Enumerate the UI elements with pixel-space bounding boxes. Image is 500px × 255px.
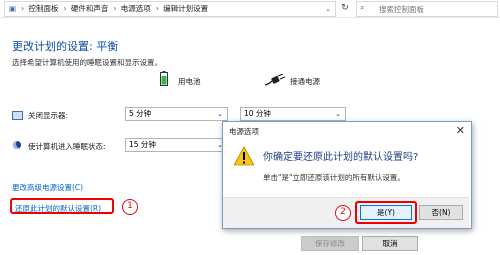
column-battery: 用电池 <box>178 77 201 86</box>
column-plugged-in: 接通电源 <box>290 77 320 86</box>
confirm-dialog: 电源选项 ✕ 你确定要还原此计划的默认设置吗? 单击"是"立即还原该计划的所有默… <box>222 121 472 229</box>
breadcrumb-item[interactable]: 控制面板 <box>28 4 58 13</box>
refresh-icon[interactable]: ↻ <box>338 2 352 14</box>
nav-icon[interactable]: ▣ <box>9 4 16 13</box>
chevron-down-icon: ⌄ <box>217 110 223 118</box>
select-value: 5 分钟 <box>129 109 152 118</box>
plug-icon <box>264 74 286 86</box>
dialog-message: 你确定要还原此计划的默认设置吗? <box>263 152 419 163</box>
step-2-marker: 2 <box>335 205 351 221</box>
save-changes-button[interactable]: 保存修改 <box>301 236 359 251</box>
breadcrumb-trail: ▣ › 控制面板 › 硬件和声音 › 电源选项 › 编辑计划设置 <box>9 4 209 13</box>
highlight-box-restore <box>10 198 114 214</box>
page-subtitle: 选择希望计算机使用的睡眠设置和显示设置。 <box>12 58 162 67</box>
sleep-label: 使计算机进入睡眠状态: <box>28 142 106 151</box>
yes-button[interactable]: 是(Y) <box>360 205 412 220</box>
display-off-label: 关闭显示器: <box>28 111 69 120</box>
breadcrumb-item[interactable]: 编辑计划设置 <box>163 4 208 13</box>
warning-icon <box>233 146 255 166</box>
page-title: 更改计划的设置: 平衡 <box>12 40 119 53</box>
search-box[interactable] <box>356 1 498 17</box>
dialog-footer: 2 是(Y) 否(N) <box>223 197 469 228</box>
breadcrumb-item[interactable]: 硬件和声音 <box>71 4 109 13</box>
select-value: 10 分钟 <box>244 109 271 118</box>
chevron-down-icon[interactable]: ⌄ <box>325 3 331 15</box>
select-value: 15 分钟 <box>129 140 156 149</box>
cancel-button[interactable]: 取消 <box>362 236 418 251</box>
display-icon <box>12 111 23 120</box>
sleep-icon <box>13 141 21 149</box>
dialog-title: 电源选项 <box>229 127 259 136</box>
search-input[interactable] <box>357 3 489 15</box>
no-button[interactable]: 否(N) <box>419 205 463 220</box>
battery-icon <box>160 71 168 86</box>
breadcrumb[interactable]: ▣ › 控制面板 › 硬件和声音 › 电源选项 › 编辑计划设置 ⌄ <box>4 1 336 17</box>
display-off-plugged-select[interactable]: 10 分钟 ⌄ <box>240 107 346 121</box>
close-icon[interactable]: ✕ <box>456 124 465 137</box>
chevron-down-icon: ⌄ <box>335 110 341 118</box>
dialog-detail: 单击"是"立即还原该计划的所有默认设置。 <box>263 173 405 182</box>
advanced-power-settings-link[interactable]: 更改高级电源设置(C) <box>12 182 83 193</box>
breadcrumb-item[interactable]: 电源选项 <box>121 4 151 13</box>
search-icon: ⌕ <box>360 3 365 12</box>
sleep-battery-select[interactable]: 15 分钟 ⌄ <box>125 138 228 152</box>
display-off-battery-select[interactable]: 5 分钟 ⌄ <box>125 107 228 121</box>
step-1-marker: 1 <box>122 199 138 215</box>
